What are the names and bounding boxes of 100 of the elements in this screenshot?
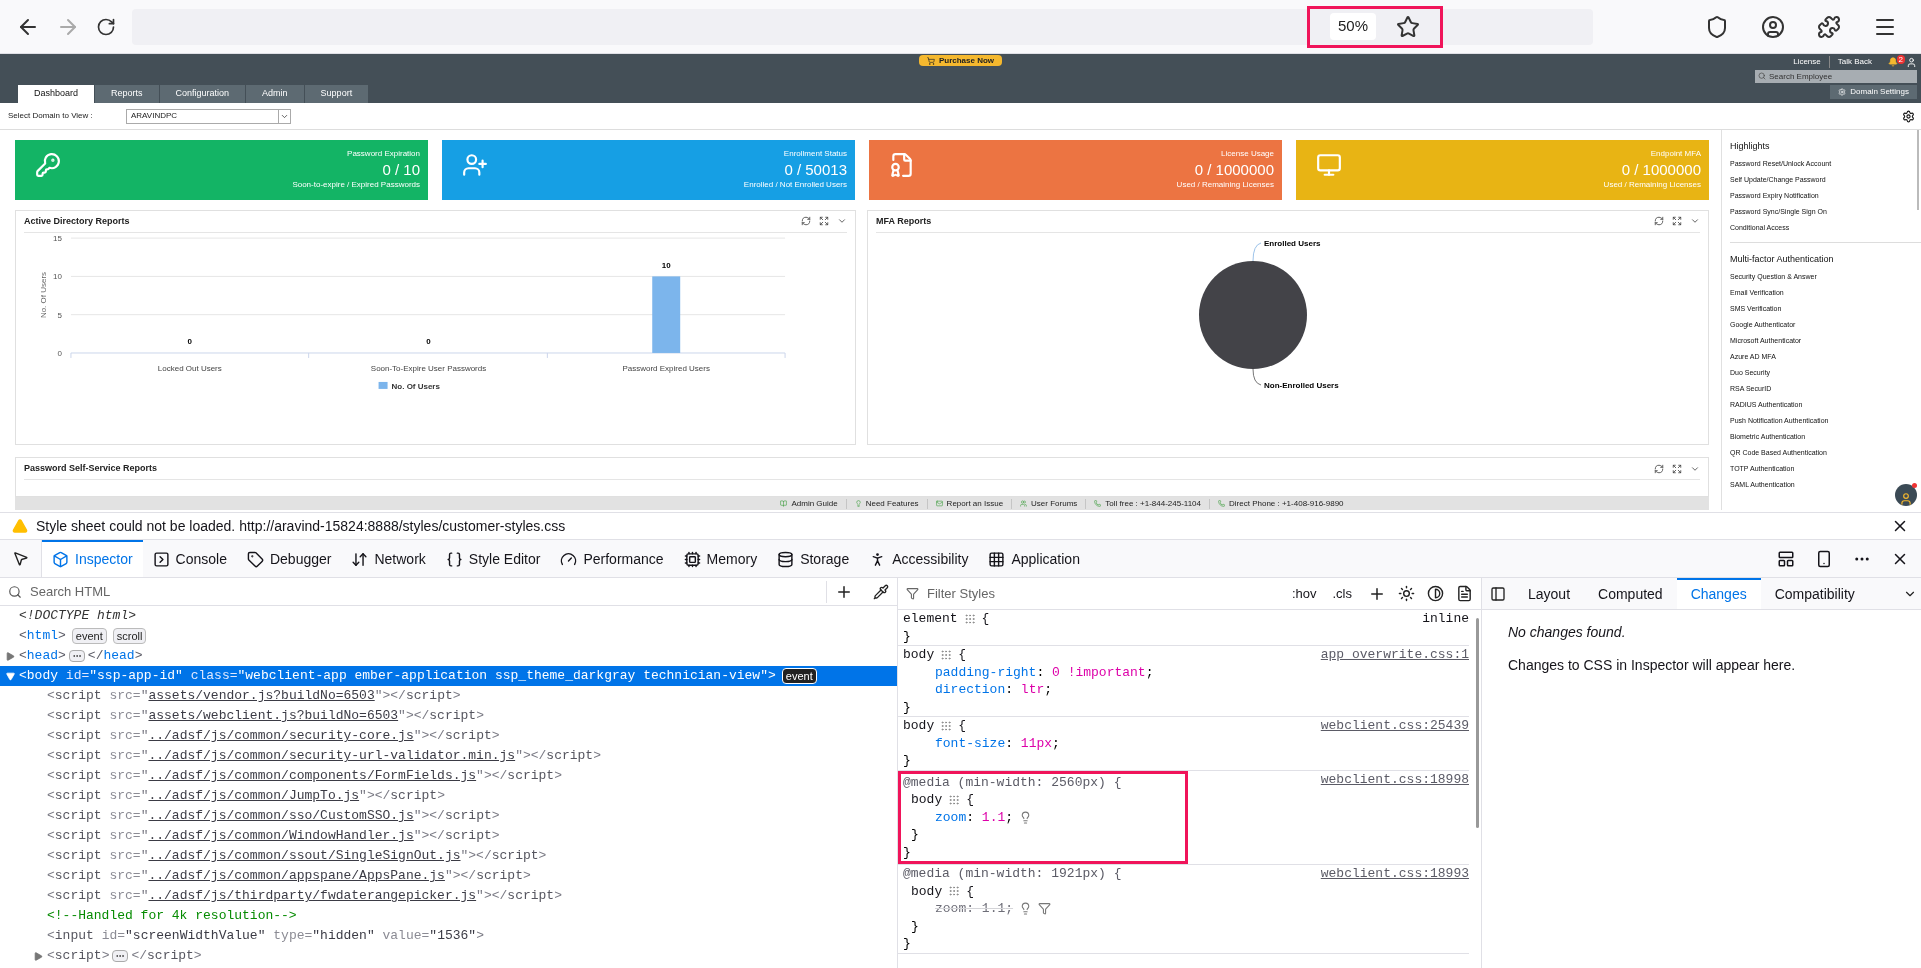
grid-icon[interactable]	[940, 719, 953, 732]
footer-link[interactable]: Toll free : +1-844-245-1104	[1105, 498, 1202, 509]
devtools-tab[interactable]: Inspector	[42, 540, 143, 577]
account-icon[interactable]	[1761, 14, 1785, 39]
ellipsis-icon[interactable]	[68, 650, 85, 662]
ellipsis-icon[interactable]	[112, 950, 129, 962]
devtools-tab[interactable]: Console	[142, 540, 237, 577]
markup-text[interactable]: <script src="../adsf/js/common/components/FormFields.js"></script>	[47, 766, 562, 786]
refresh-icon[interactable]	[1654, 463, 1664, 474]
devtools-tab[interactable]: Storage	[767, 540, 860, 577]
node-badge[interactable]: event	[781, 668, 817, 684]
search-field[interactable]: Search Employee	[1755, 70, 1917, 83]
scrollbar[interactable]	[1917, 130, 1919, 210]
filter-styles-field[interactable]: Filter Styles	[927, 583, 1280, 604]
bell-icon[interactable]	[1888, 57, 1898, 67]
nav-tab[interactable]: Configuration	[159, 85, 247, 103]
devtools-tab[interactable]: Style Editor	[435, 540, 551, 577]
phone-icon[interactable]	[1815, 549, 1833, 568]
rule-toggle[interactable]: :hov	[1287, 583, 1321, 604]
puzzle-icon[interactable]	[1817, 14, 1841, 39]
css-declaration[interactable]: zoom: 1.1;	[935, 808, 1014, 826]
filter-icon[interactable]	[1038, 902, 1052, 916]
markup-text[interactable]: <!--Handled for 4k resolution-->	[47, 906, 297, 926]
css-declaration[interactable]: direction: ltr;	[935, 681, 1053, 699]
reload-icon[interactable]	[96, 16, 116, 37]
user-icon[interactable]	[1906, 56, 1917, 68]
shield-icon[interactable]	[1705, 14, 1729, 39]
markup-text[interactable]: <script src="../adsf/js/common/appspane/AppsPane.js"></script>	[47, 866, 531, 886]
grid-icon[interactable]	[940, 648, 953, 661]
pointer-icon[interactable]	[12, 550, 29, 567]
devtools-tab[interactable]: Performance	[550, 540, 674, 577]
markup-text[interactable]: <script>	[47, 946, 110, 966]
css-declaration[interactable]: padding-right: 0 !important;	[935, 663, 1154, 681]
contrast-icon[interactable]	[1427, 585, 1444, 602]
nav-tab[interactable]: Reports	[95, 85, 160, 103]
devtools-tab[interactable]: Accessibility	[859, 540, 979, 577]
footer-link[interactable]: Need Features	[865, 498, 919, 509]
footer-link[interactable]: User Forums	[1031, 498, 1078, 509]
refresh-icon[interactable]	[1654, 216, 1664, 227]
markup-text[interactable]: <input id="screenWidthValue" type="hidden" value="1536">	[47, 926, 484, 946]
domain-select[interactable]: ARAVINDPC	[126, 108, 291, 124]
markup-text[interactable]: <script src="../adsf/js/common/security-url-validator.min.js"></script>	[47, 746, 601, 766]
header-link[interactable]: License	[1793, 56, 1830, 68]
search-html-field[interactable]: Search HTML	[30, 581, 818, 602]
layout-icon[interactable]	[1777, 549, 1795, 568]
nav-tab[interactable]: Dashboard	[18, 85, 96, 103]
rule-source[interactable]: inline	[1422, 610, 1469, 628]
markup-text[interactable]: <head>	[19, 646, 66, 666]
sidebar-icon[interactable]	[1490, 585, 1506, 602]
markup-text[interactable]: <script src="../adsf/js/common/WindowHandler.js"></script>	[47, 826, 500, 846]
devtools-tab[interactable]: Application	[978, 540, 1090, 577]
sun-icon[interactable]	[1398, 585, 1415, 602]
refresh-icon[interactable]	[801, 216, 811, 227]
expand-icon[interactable]	[1672, 463, 1682, 474]
rule-toggle[interactable]: .cls	[1328, 583, 1356, 604]
settings-icon[interactable]	[1902, 109, 1915, 123]
expand-icon[interactable]	[819, 216, 829, 227]
markup-text[interactable]: <script src="../adsf/js/common/JumpTo.js"></script>	[47, 786, 445, 806]
grid-icon[interactable]	[948, 885, 961, 898]
markup-text[interactable]: <!DOCTYPE html>	[19, 606, 137, 626]
nav-tab[interactable]: Support	[304, 85, 370, 103]
devtools-tab[interactable]: Network	[341, 540, 436, 577]
footer-link[interactable]: Report an Issue	[946, 498, 1004, 509]
rule-source[interactable]: webclient.css:18993	[1320, 865, 1469, 883]
document-icon[interactable]	[1456, 585, 1473, 602]
markup-text[interactable]: <script src="../adsf/js/common/security-core.js"></script>	[47, 726, 500, 746]
sidebar-tab[interactable]: Computed	[1584, 578, 1677, 609]
nav-tab[interactable]: Admin	[246, 85, 305, 103]
markup-text[interactable]: <html>	[19, 626, 66, 646]
markup-text[interactable]: <script src="assets/vendor.js?buildNo=6503"></script>	[47, 686, 461, 706]
markup-text[interactable]: <body id="ssp-app-id" class="webclient-app ember-application ssp_theme_darkgray technician-view">	[19, 666, 776, 686]
rule-source[interactable]: app_overwrite.css:1	[1320, 646, 1469, 664]
markup-text[interactable]: <script src="../adsf/js/common/sso/CustomSSO.js"></script>	[47, 806, 500, 826]
header-link[interactable]: Talk Back	[1837, 56, 1880, 68]
node-badge[interactable]: event	[71, 628, 107, 644]
chat-avatar[interactable]	[1895, 484, 1917, 506]
rule-source[interactable]: webclient.css:25439	[1320, 717, 1469, 735]
markup-text[interactable]: <script src="assets/webclient.js?buildNo=6503"></script>	[47, 706, 484, 726]
twisty-icon[interactable]	[5, 651, 15, 661]
node-badge[interactable]: scroll	[112, 628, 147, 644]
rule-source[interactable]: webclient.css:18998	[1320, 770, 1469, 788]
domain-settings-button[interactable]: Domain Settings	[1830, 85, 1917, 99]
markup-text[interactable]: <script src="../adsf/js/common/ssout/SingleSignOut.js"></script>	[47, 846, 547, 866]
grid-icon[interactable]	[948, 793, 961, 806]
purchase-button[interactable]: Purchase Now	[918, 55, 1003, 66]
grid-icon[interactable]	[963, 612, 976, 625]
scrollbar[interactable]	[1476, 618, 1479, 828]
sidebar-tab[interactable]: Changes	[1676, 578, 1761, 609]
footer-link[interactable]: Admin Guide	[791, 498, 838, 509]
sidebar-tab[interactable]: Compatibility	[1760, 578, 1869, 609]
eyedropper-icon[interactable]	[873, 583, 889, 600]
expand-icon[interactable]	[1672, 216, 1682, 227]
star-icon[interactable]	[1396, 14, 1420, 39]
zoom-level[interactable]: 50%	[1329, 13, 1376, 40]
twisty-icon[interactable]	[33, 951, 43, 961]
sidebar-tab[interactable]: Layout	[1514, 578, 1585, 609]
markup-text[interactable]: <script src="../adsf/js/thirdparty/fwdaterangepicker.js"></script>	[47, 886, 562, 906]
css-declaration[interactable]: font-size: 11px;	[935, 734, 1060, 752]
devtools-tab[interactable]: Debugger	[236, 540, 342, 577]
footer-link[interactable]: Direct Phone : +1-408-916-9890	[1229, 498, 1344, 509]
